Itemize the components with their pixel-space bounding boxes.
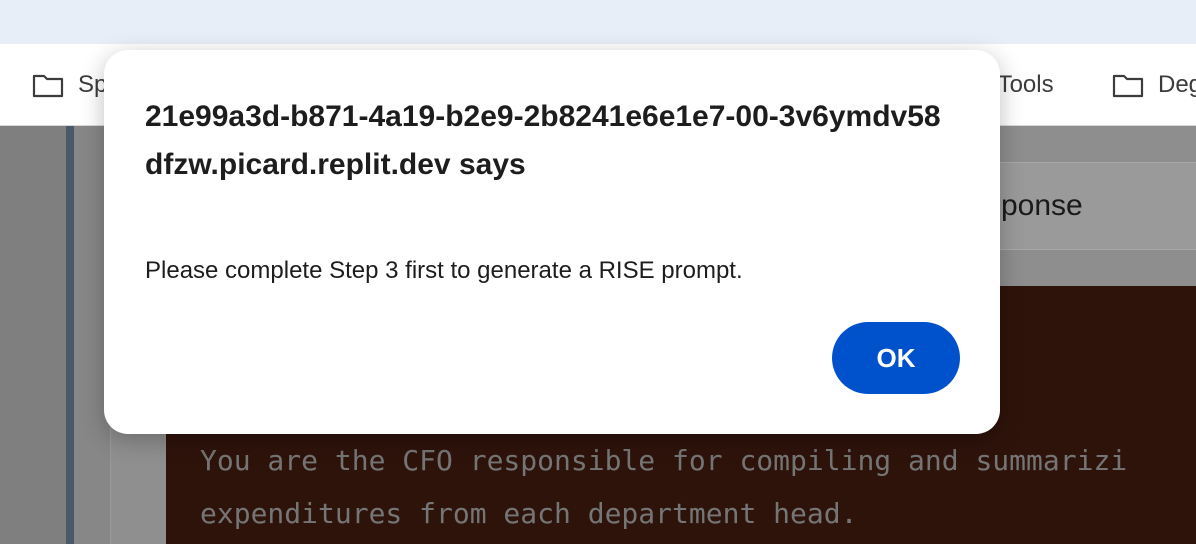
bookmark-label: Sp [78,70,108,98]
code-line: You are the CFO responsible for compilin… [200,444,1128,477]
code-text: You are the CFO responsible for compilin… [200,434,1196,540]
panel-title: sponse [986,189,1083,222]
code-line: expenditures from each department head. [200,497,858,530]
bookmark-folder-3[interactable]: Deg [1112,44,1196,125]
sidebar-divider [66,126,74,544]
bookmark-folder-1[interactable]: Sp [32,44,107,125]
bookmark-label: Deg [1158,70,1196,98]
folder-icon [32,74,64,97]
browser-tabstrip [0,0,1196,44]
ok-button[interactable]: OK [832,322,960,394]
folder-icon [1112,74,1144,97]
sidebar-background [0,126,66,544]
dialog-message: Please complete Step 3 first to generate… [145,257,743,284]
alert-dialog: 21e99a3d-b871-4a19-b2e9-2b8241e6e1e7-00-… [104,50,1000,434]
dialog-title: 21e99a3d-b871-4a19-b2e9-2b8241e6e1e7-00-… [145,100,941,181]
